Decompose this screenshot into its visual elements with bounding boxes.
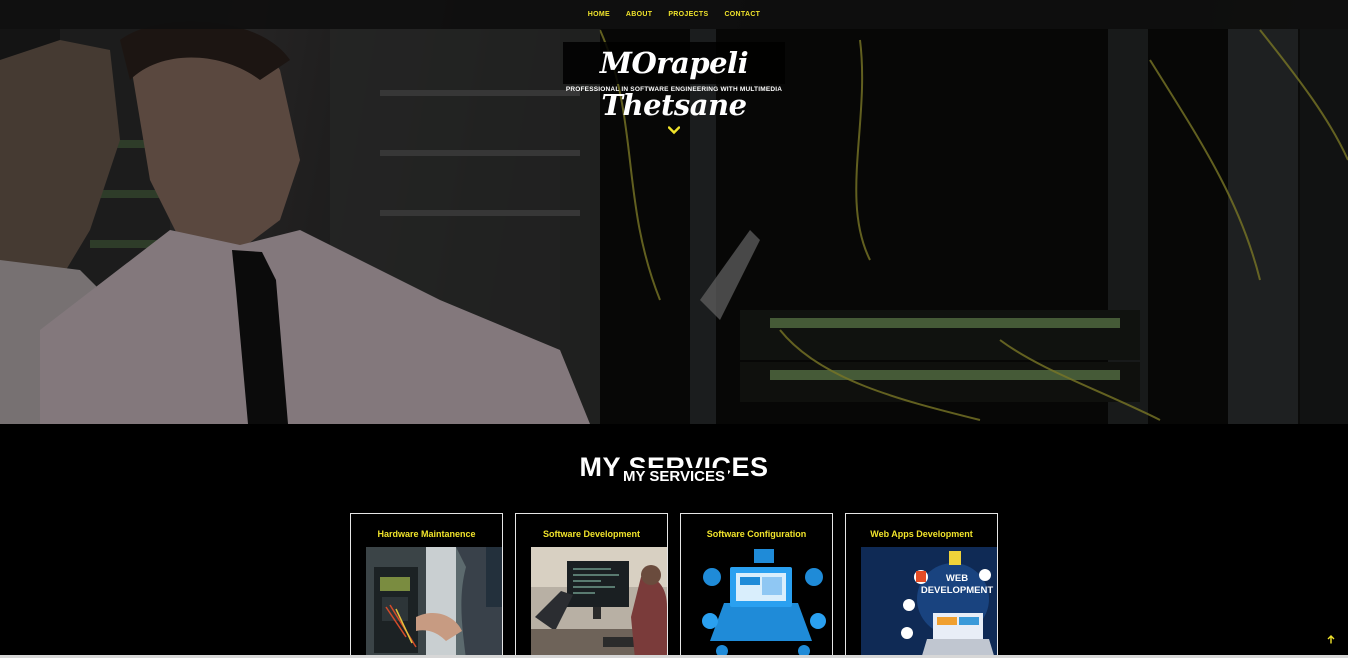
services-subheading: MY SERVICES	[623, 468, 725, 485]
site-title: MOrapeli Thetsane	[599, 46, 749, 122]
nav-item-projects[interactable]: PROJECTS	[660, 11, 716, 18]
service-card-title: Hardware Maintanence	[377, 529, 476, 539]
nav-item-about[interactable]: ABOUT	[618, 11, 660, 18]
scroll-down-button[interactable]	[666, 123, 682, 137]
service-card-title: Web Apps Development	[870, 529, 973, 539]
service-card-software-configuration[interactable]: Software Configuration	[680, 513, 833, 658]
nav-item-home[interactable]: HOME	[580, 11, 618, 18]
service-card-title: Software Configuration	[706, 529, 807, 539]
service-card-software-development[interactable]: Software Development	[515, 513, 668, 658]
software-configuration-image	[696, 547, 832, 658]
arrow-up-icon	[1327, 634, 1335, 643]
services-cards: Hardware Maintanence Software Developmen…	[350, 513, 998, 658]
chevron-down-icon	[668, 125, 680, 134]
service-card-web-apps-development[interactable]: Web Apps Development WEB DEVELOPMENT	[845, 513, 998, 658]
nav-item-contact[interactable]: CONTACT	[716, 11, 768, 18]
web-apps-development-image: WEB DEVELOPMENT	[861, 547, 997, 658]
software-development-image	[531, 547, 667, 658]
top-nav: HOME ABOUT PROJECTS CONTACT	[0, 0, 1348, 29]
web-development-image-text: WEB DEVELOPMENT	[920, 573, 994, 596]
back-to-top-button[interactable]	[1322, 630, 1340, 648]
service-card-hardware[interactable]: Hardware Maintanence	[350, 513, 503, 658]
hardware-maintenance-image	[366, 547, 502, 658]
site-subtitle: PROFESSIONAL IN SOFTWARE ENGINEERING WIT…	[565, 86, 783, 93]
service-card-title: Software Development	[542, 529, 641, 539]
